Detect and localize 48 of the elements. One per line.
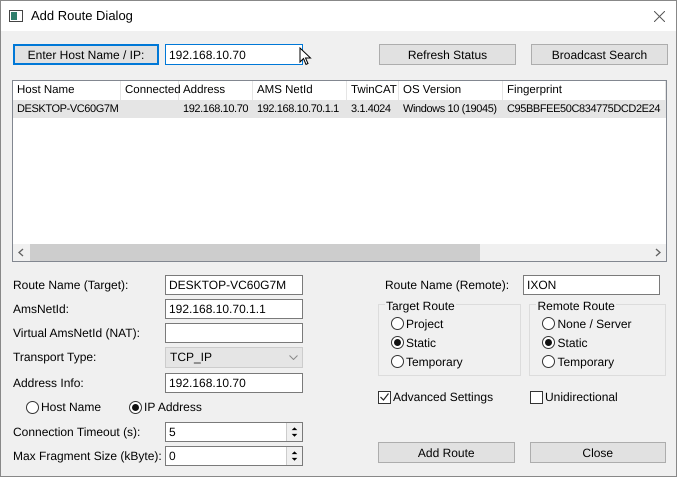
close-icon[interactable] xyxy=(654,10,665,22)
dialog-button[interactable]: Enter Host Name / IP: xyxy=(13,44,159,65)
radio-option[interactable]: None / Server xyxy=(542,314,665,333)
radio-option[interactable]: Static xyxy=(391,333,520,352)
dropdown-field[interactable]: TCP_IP xyxy=(165,346,303,368)
spin-arrows-icon[interactable] xyxy=(286,423,302,441)
spin-field[interactable]: 0 xyxy=(165,446,303,466)
radio-option[interactable]: IP Address xyxy=(129,398,202,416)
spin-arrows-icon[interactable] xyxy=(286,447,302,465)
text-field[interactable] xyxy=(165,323,303,343)
checkmark-icon xyxy=(380,393,389,401)
dialog-button[interactable]: Refresh Status xyxy=(379,44,516,65)
table-cell-text: Windows 10 (19045) xyxy=(403,102,497,118)
field-label: AmsNetId: xyxy=(13,301,70,318)
table-cell-text: 192.168.10.70 xyxy=(183,102,248,118)
window-title: Add Route Dialog xyxy=(31,7,134,26)
host-input[interactable]: 192.168.10.70 xyxy=(165,44,303,65)
field-label: Transport Type: xyxy=(13,349,98,366)
table-cell-text: C95BBFEE50C834775DCD2E24 xyxy=(507,102,660,118)
radio-option[interactable]: Project xyxy=(391,314,520,333)
radio-option[interactable]: Temporary xyxy=(391,352,520,371)
table-cell-text: DESKTOP-VC60G7M xyxy=(17,102,118,118)
checkbox-option[interactable]: Advanced Settings xyxy=(378,389,530,405)
radio-option[interactable]: Temporary xyxy=(542,352,665,371)
cursor-icon xyxy=(299,47,312,66)
text-field[interactable]: 192.168.10.70 xyxy=(165,373,303,393)
dialog-button[interactable]: Broadcast Search xyxy=(531,44,668,65)
radio-option[interactable]: Static xyxy=(542,333,665,352)
field-label: Route Name (Target): xyxy=(13,277,130,294)
dialog-button[interactable]: Add Route xyxy=(378,442,514,463)
text-field[interactable]: DESKTOP-VC60G7M xyxy=(165,275,303,295)
horizontal-scrollbar[interactable] xyxy=(13,244,666,261)
dialog-button[interactable]: Close xyxy=(530,442,666,463)
field-label: Route Name (Remote): xyxy=(384,277,510,294)
field-label: Address Info: xyxy=(13,375,85,392)
spin-field[interactable]: 5 xyxy=(165,422,303,442)
field-label: Connection Timeout (s): xyxy=(13,424,142,441)
field-label: Max Fragment Size (kByte): xyxy=(13,448,163,465)
checkbox-option[interactable]: Unidirectional xyxy=(530,389,618,405)
radio-option[interactable]: Host Name xyxy=(26,398,102,416)
table-cell-text: 192.168.10.70.1.1 xyxy=(257,102,339,118)
text-field[interactable]: IXON xyxy=(523,275,660,295)
field-label: Virtual AmsNetId (NAT): xyxy=(13,325,141,342)
table-row[interactable]: DESKTOP-VC60G7M 192.168.10.70 192.168.10.70.1.1 3.1.4024 Windows 10 (19045) C95BBFEE50C834775DCD2E24 xyxy=(13,101,666,118)
app-icon xyxy=(9,10,23,22)
chevron-down-icon xyxy=(289,354,298,360)
table-cell-text: 3.1.4024 xyxy=(351,102,391,118)
text-field[interactable]: 192.168.10.70.1.1 xyxy=(165,299,303,319)
